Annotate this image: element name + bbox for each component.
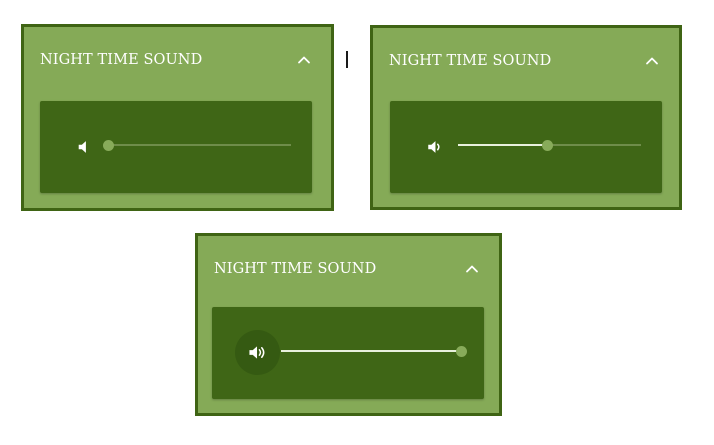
chevron-up-icon[interactable]: [295, 51, 313, 69]
volume-slider[interactable]: [458, 139, 641, 151]
panel-title: NIGHT TIME SOUND: [40, 52, 203, 68]
panel-title: NIGHT TIME SOUND: [389, 53, 552, 69]
volume-low-icon[interactable]: [426, 138, 444, 156]
volume-button[interactable]: [235, 330, 280, 375]
panel-header[interactable]: NIGHT TIME SOUND: [198, 236, 499, 300]
volume-slider-thumb[interactable]: [102, 139, 114, 151]
volume-slider-thumb[interactable]: [455, 345, 467, 357]
volume-muted-icon[interactable]: [76, 138, 94, 156]
sound-panel: NIGHT TIME SOUND: [21, 24, 334, 211]
volume-control: [212, 307, 484, 399]
volume-control: [40, 101, 312, 193]
page: { "panels": [ { "id": "muted", "title": …: [0, 0, 714, 445]
volume-high-icon: [249, 346, 265, 359]
volume-slider-fill: [281, 350, 461, 352]
chevron-up-icon[interactable]: [463, 260, 481, 278]
panel-title: NIGHT TIME SOUND: [214, 261, 377, 277]
chevron-up-icon[interactable]: [643, 52, 661, 70]
sound-panel: NIGHT TIME SOUND: [370, 25, 682, 210]
volume-slider[interactable]: [102, 139, 291, 151]
sound-panel: NIGHT TIME SOUND: [195, 233, 502, 416]
panel-header[interactable]: NIGHT TIME SOUND: [24, 27, 331, 91]
volume-slider[interactable]: [281, 345, 467, 357]
volume-slider-thumb[interactable]: [542, 139, 554, 151]
panel-header[interactable]: NIGHT TIME SOUND: [373, 28, 679, 92]
text-cursor: [346, 51, 348, 68]
volume-slider-fill: [458, 144, 548, 146]
volume-control: [390, 101, 662, 193]
